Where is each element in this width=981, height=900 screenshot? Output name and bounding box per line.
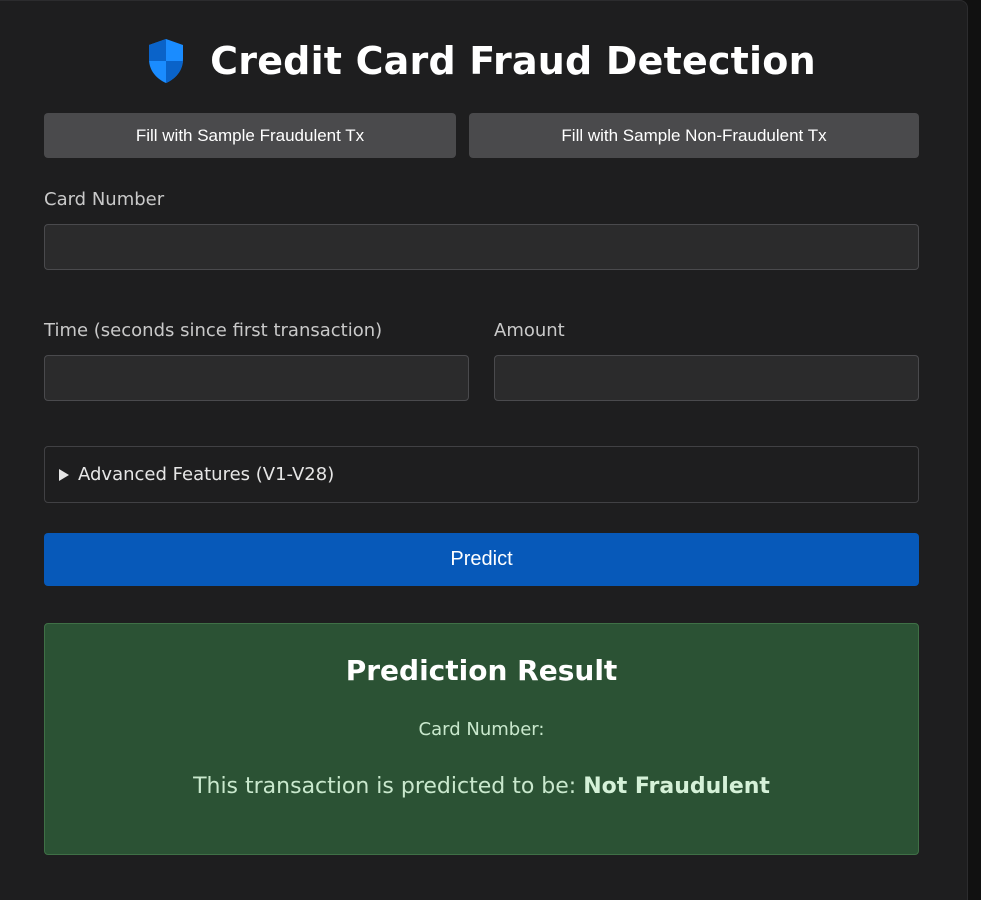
title-row: Credit Card Fraud Detection — [0, 33, 962, 89]
page-title: Credit Card Fraud Detection — [210, 39, 816, 83]
shield-icon — [149, 39, 184, 83]
amount-input[interactable] — [494, 355, 919, 401]
advanced-features-toggle[interactable]: Advanced Features (V1-V28) — [44, 446, 919, 503]
fill-nonfraud-sample-button[interactable]: Fill with Sample Non-Fraudulent Tx — [469, 113, 919, 158]
predict-button[interactable]: Predict — [44, 533, 919, 586]
result-prediction-prefix: This transaction is predicted to be: — [193, 774, 584, 799]
main-card: Credit Card Fraud Detection Fill with Sa… — [0, 0, 968, 900]
time-label: Time (seconds since first transaction) — [44, 320, 383, 341]
time-input[interactable] — [44, 355, 469, 401]
caret-right-icon — [59, 468, 69, 481]
fill-fraud-sample-button[interactable]: Fill with Sample Fraudulent Tx — [44, 113, 456, 158]
advanced-features-label: Advanced Features (V1-V28) — [78, 464, 335, 485]
card-number-label: Card Number — [44, 189, 165, 210]
result-card-number: Card Number: — [418, 719, 545, 740]
card-number-input[interactable] — [44, 224, 919, 270]
result-prediction-value: Not Fraudulent — [583, 774, 770, 799]
prediction-result-panel: Prediction Result Card Number: This tran… — [44, 623, 919, 855]
result-prediction-line: This transaction is predicted to be: Not… — [45, 774, 918, 799]
result-title: Prediction Result — [345, 654, 618, 687]
amount-label: Amount — [494, 320, 565, 341]
